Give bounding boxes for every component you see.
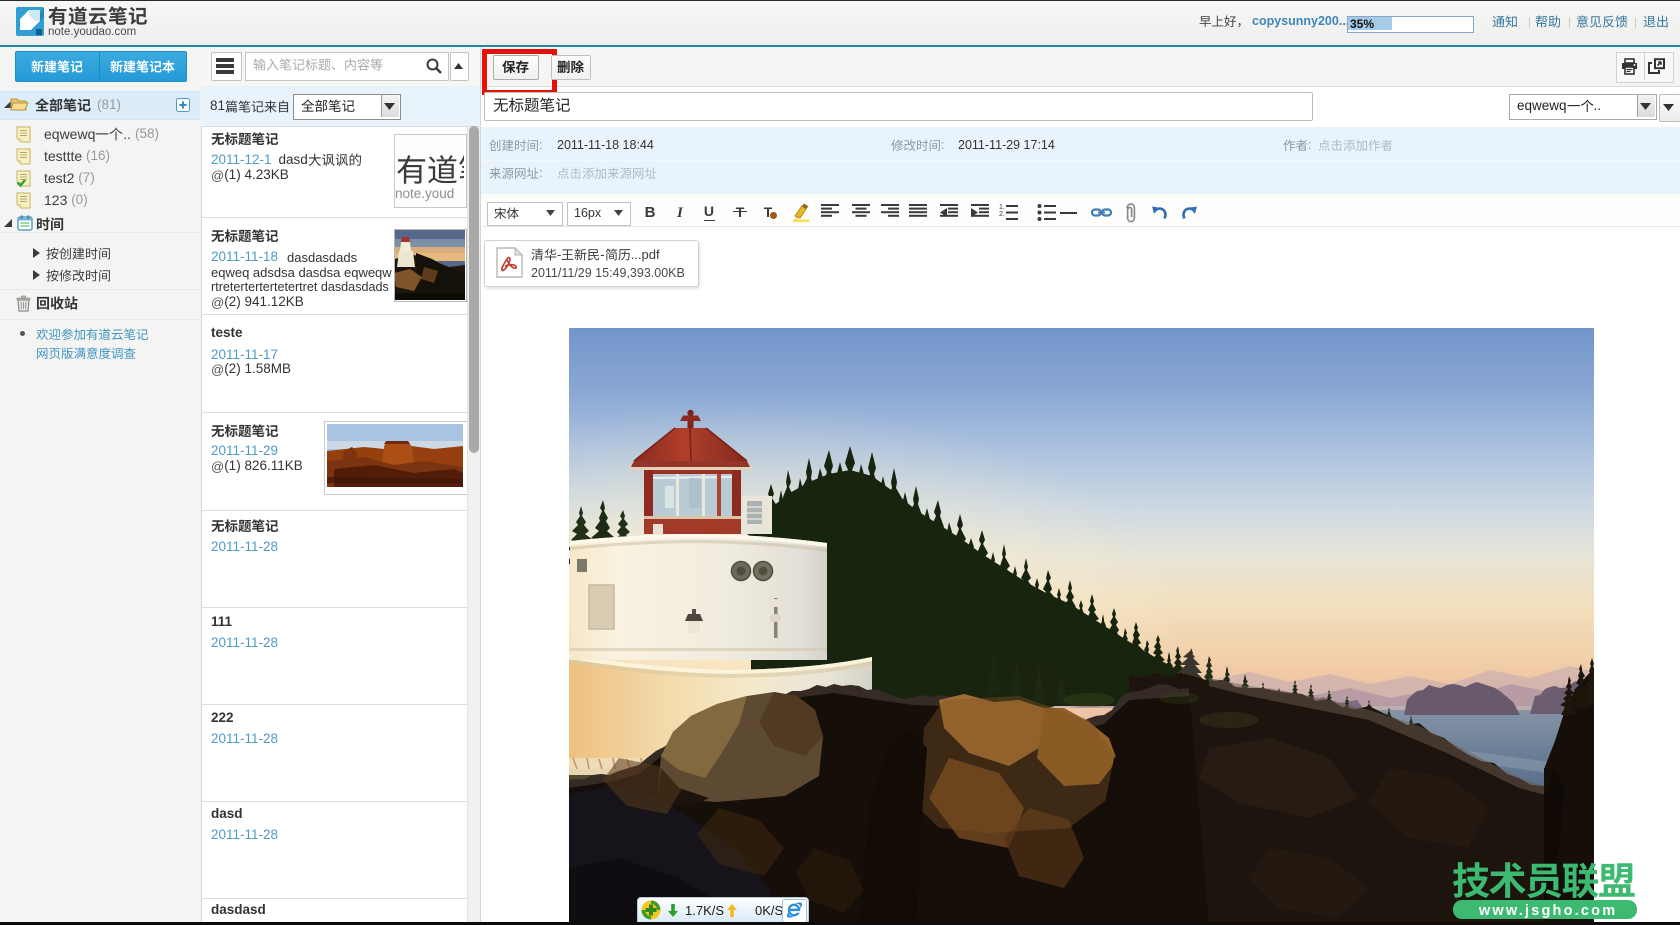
svg-text:1.: 1. (999, 204, 1005, 211)
svg-text:2.: 2. (999, 211, 1005, 218)
